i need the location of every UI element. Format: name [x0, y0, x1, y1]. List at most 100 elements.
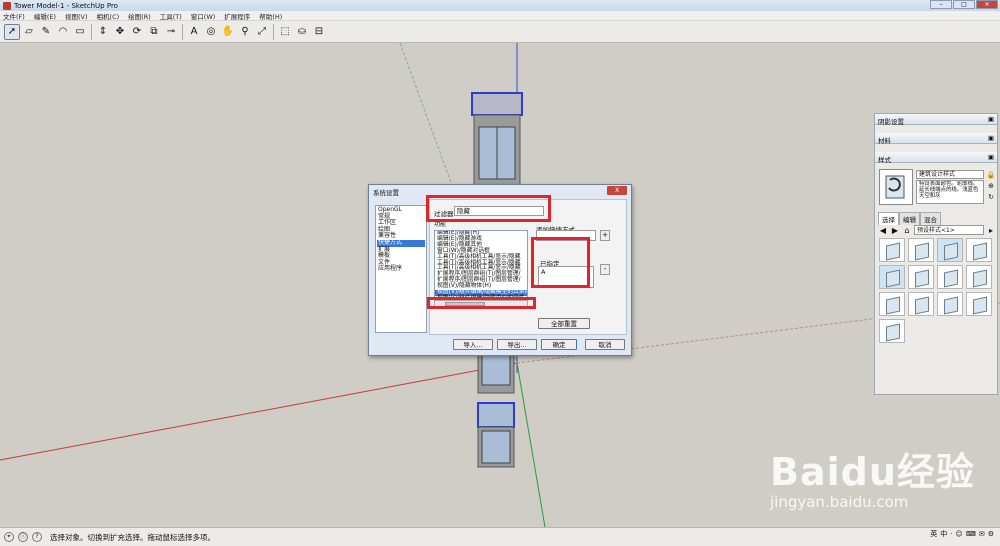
assigned-shortcut-list[interactable]: A — [538, 266, 594, 288]
forward-icon[interactable]: ▶ — [890, 226, 900, 235]
style-name-field[interactable]: 建筑设计样式 — [916, 170, 984, 179]
style-thumbnail[interactable] — [879, 319, 905, 343]
zoom-extents-icon[interactable]: ⤢ — [254, 24, 270, 40]
pin-icon[interactable]: ▣ — [988, 115, 994, 123]
dialog-title: 系统设置 — [373, 189, 399, 197]
offset-icon[interactable]: ⧉ — [146, 24, 162, 40]
tray-item[interactable]: · — [950, 530, 952, 538]
help-icon[interactable]: ? — [32, 532, 42, 542]
style-thumbnail[interactable] — [879, 292, 905, 316]
command-list: 编辑(E)/隐藏(H) 编辑(E)/隐藏游戏 编辑(E)/隐藏其他 窗口(W)/隐藏对… — [434, 230, 528, 300]
tray-item[interactable]: 中 — [940, 529, 947, 539]
pin-icon[interactable]: ▣ — [988, 134, 994, 142]
close-window-button[interactable]: ✕ — [976, 0, 998, 9]
style-thumbnail[interactable] — [937, 238, 963, 262]
eraser-icon[interactable]: ▱ — [21, 24, 37, 40]
export-button[interactable]: 导出... — [497, 339, 537, 350]
tray-item[interactable]: 英 — [930, 529, 937, 539]
cancel-button[interactable]: 取消 — [585, 339, 625, 350]
menu-view[interactable]: 视图(V) — [65, 11, 88, 21]
components-icon[interactable]: ⬚ — [277, 24, 293, 40]
dialog-close-button[interactable]: X — [607, 186, 627, 195]
shortcut-key-input[interactable] — [536, 230, 596, 241]
tray-item[interactable]: ⌨ — [966, 530, 976, 538]
style-thumbnail[interactable] — [937, 292, 963, 316]
tray-item[interactable]: ☺ — [955, 530, 962, 538]
add-shortcut-button[interactable]: + — [600, 230, 610, 241]
styles-panel-header[interactable]: 样式 ▣ — [875, 152, 997, 164]
style-description-field[interactable]: 特设表面颜色。轮廓线。延长线端点的线。浅蓝色天空和灰 — [916, 180, 984, 204]
title-bar: Tower Model-1 - SketchUp Pro – □ ✕ — [0, 0, 1000, 11]
style-collection-select[interactable]: 预设样式<1> — [914, 225, 984, 235]
create-style-icon[interactable]: ⊕ — [986, 181, 996, 192]
update-style-icon[interactable]: ↻ — [986, 192, 996, 203]
menu-extensions[interactable]: 扩展程序 — [224, 11, 250, 21]
pin-icon[interactable]: ▣ — [988, 153, 994, 161]
minimize-button[interactable]: – — [930, 0, 952, 9]
arc-icon[interactable]: ◠ — [55, 24, 71, 40]
style-thumbnails — [879, 238, 997, 343]
category-item[interactable]: 应用程序 — [377, 266, 425, 273]
shortcut-panel: 过滤器 隐藏 功能 添加快捷方式 编辑(E)/隐藏(H)编辑(E)/隐藏游戏编辑… — [429, 199, 627, 335]
back-icon[interactable]: ◀ — [878, 226, 888, 235]
command-list-scrollbar[interactable] — [434, 300, 528, 307]
style-thumbnail[interactable] — [966, 265, 992, 289]
menu-tools[interactable]: 工具(T) — [160, 11, 182, 21]
text-icon[interactable]: A — [186, 24, 202, 40]
paint-bucket-icon[interactable]: ⛀ — [294, 24, 310, 40]
rotate-icon[interactable]: ⟳ — [129, 24, 145, 40]
style-thumbnail[interactable] — [908, 292, 934, 316]
move-icon[interactable]: ✥ — [112, 24, 128, 40]
system-tray: 英中 · ☺ ⌨ ✉ ⚙ — [930, 529, 1000, 539]
maximize-button[interactable]: □ — [953, 0, 975, 9]
reset-all-button[interactable]: 全部重置 — [538, 318, 590, 329]
style-thumbnail[interactable] — [879, 238, 905, 262]
style-thumbnail[interactable] — [908, 265, 934, 289]
system-settings-dialog: 系统设置 X OpenGL 常规 工作区 绘图 兼容性 快捷方式 扩展 模板 文件 应用程序 过滤… — [368, 184, 632, 356]
styles-panel-title: 样式 — [878, 156, 891, 164]
geo-location-icon[interactable]: ⌖ — [4, 532, 14, 542]
import-button[interactable]: 导入... — [453, 339, 493, 350]
section-icon[interactable]: ⊟ — [311, 24, 327, 40]
style-thumbnail[interactable] — [966, 238, 992, 262]
style-thumbnail[interactable] — [937, 265, 963, 289]
style-preview-image — [885, 175, 905, 199]
main-toolbar: ➚ ▱ ✎ ◠ ▭ ⇕ ✥ ⟳ ⧉ ⊸ A ◎ ✋ ⚲ ⤢ ⬚ ⛀ ⊟ — [0, 21, 1000, 43]
tape-measure-icon[interactable]: ⊸ — [163, 24, 179, 40]
style-thumbnail[interactable] — [966, 292, 992, 316]
menu-bar: 文件(F) 编辑(E) 视图(V) 相机(C) 绘图(R) 工具(T) 窗口(W… — [0, 11, 1000, 21]
menu-file[interactable]: 文件(F) — [3, 11, 25, 21]
baidu-url-watermark: jingyan.baidu.com — [770, 493, 909, 511]
settings-category-list: OpenGL 常规 工作区 绘图 兼容性 快捷方式 扩展 模板 文件 应用程序 — [375, 205, 427, 333]
home-icon[interactable]: ⌂ — [902, 226, 912, 235]
lock-icon[interactable]: 🔒 — [986, 170, 996, 181]
style-thumbnail[interactable] — [908, 238, 934, 262]
menu-help[interactable]: 帮助(H) — [259, 11, 282, 21]
tray-item[interactable]: ✉ — [979, 530, 985, 538]
zoom-icon[interactable]: ⚲ — [237, 24, 253, 40]
menu-edit[interactable]: 编辑(E) — [34, 11, 56, 21]
ok-button[interactable]: 确定 — [541, 339, 577, 350]
filter-label: 过滤器 — [434, 210, 454, 218]
status-text: 选择对象。切换到扩充选择。拖动鼠标选择多项。 — [50, 532, 215, 542]
rectangle-icon[interactable]: ▭ — [72, 24, 88, 40]
tray-item[interactable]: ⚙ — [988, 530, 994, 538]
credits-icon[interactable]: ⓘ — [18, 532, 28, 542]
menu-window[interactable]: 窗口(W) — [191, 11, 216, 21]
select-arrow-icon[interactable]: ➚ — [4, 23, 20, 40]
remove-shortcut-button[interactable]: - — [600, 264, 610, 275]
status-bar: ⌖ ⓘ ? 选择对象。切换到扩充选择。拖动鼠标选择多项。 英中 · ☺ ⌨ ✉ ⚙ — [0, 527, 1000, 546]
details-icon[interactable]: ▸ — [986, 226, 996, 235]
orbit-icon[interactable]: ◎ — [203, 24, 219, 40]
materials-panel-header[interactable]: 材料 ▣ — [875, 133, 997, 145]
pan-icon[interactable]: ✋ — [220, 24, 236, 40]
filter-input[interactable]: 隐藏 — [454, 206, 544, 216]
menu-camera[interactable]: 相机(C) — [97, 11, 120, 21]
baidu-watermark: Baidu经验 — [770, 450, 975, 494]
shadow-panel-header[interactable]: 阴影设置 ▣ — [875, 114, 997, 126]
materials-panel-title: 材料 — [878, 137, 891, 145]
style-thumbnail[interactable] — [879, 265, 905, 289]
menu-draw[interactable]: 绘图(R) — [128, 11, 151, 21]
push-pull-icon[interactable]: ⇕ — [95, 24, 111, 40]
pencil-icon[interactable]: ✎ — [38, 24, 54, 40]
